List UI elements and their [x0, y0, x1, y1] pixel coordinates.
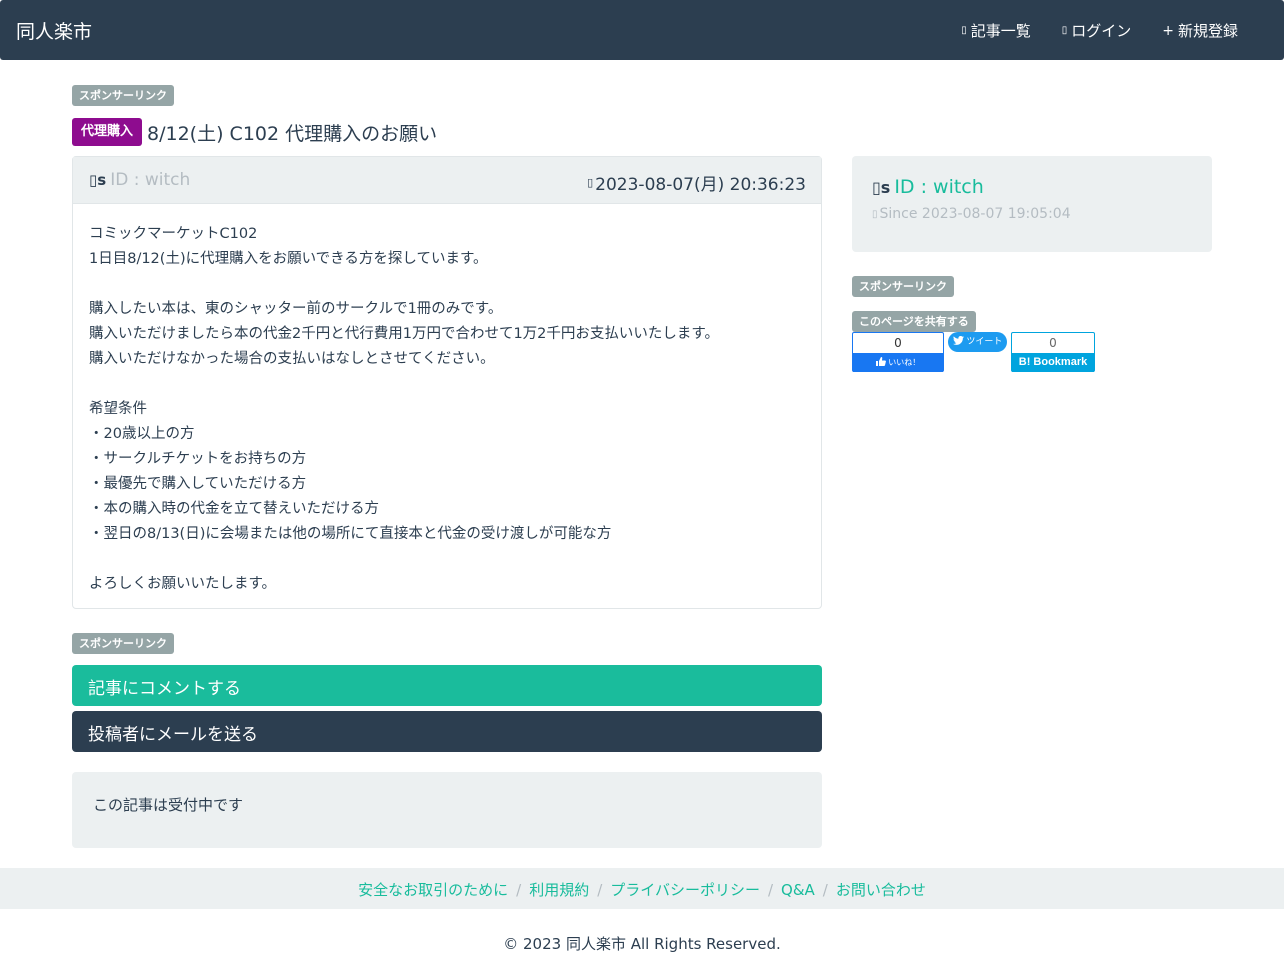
post-status-text: この記事は受付中です [93, 796, 244, 814]
post-body-line: コミックマーケットC102 [89, 226, 258, 242]
list-icon: ▯ [961, 25, 967, 36]
nav-article-list-label: 記事一覧 [970, 22, 1031, 40]
footer-link-terms[interactable]: 利用規約 [529, 881, 589, 899]
copyright: © 2023 同人楽市 All Rights Reserved. [503, 935, 781, 953]
thumbs-up-icon [875, 357, 889, 367]
post-body-line: ・20歳以上の方 [89, 426, 195, 442]
sponsor-link-tag: スポンサーリンク [852, 276, 954, 297]
footer-link-faq[interactable]: Q&A [781, 881, 815, 899]
post-body-line: 希望条件 [89, 401, 147, 417]
share-label-tag: このページを共有する [852, 311, 976, 332]
nav-links: ▯ 記事一覧 ▯ ログイン + 新規登録 [930, 20, 1238, 41]
post-card-header: ▯s ID : witch ▯ 2023-08-07(月) 20:36:23 [73, 157, 821, 204]
post-body: コミックマーケットC102 1日目8/12(土)に代理購入をお願いできる方を探し… [73, 204, 821, 597]
post-author: ▯s ID : witch [89, 170, 190, 190]
brand-logo[interactable]: 同人楽市 [16, 17, 92, 44]
author-profile-card: ▯s ID : witch ▯ Since 2023-08-07 19:05:0… [852, 156, 1212, 252]
footer-separator: / [597, 881, 603, 899]
nav-login-label: ログイン [1071, 22, 1132, 40]
footer-separator: / [516, 881, 522, 899]
sponsor-link-tag: スポンサーリンク [72, 633, 174, 654]
twitter-bird-icon [952, 336, 967, 347]
facebook-like-label: いいね！ [853, 353, 943, 372]
profile-user-id-link[interactable]: ID : witch [894, 176, 983, 198]
footer-link-contact[interactable]: お問い合わせ [836, 881, 926, 899]
post-body-line: 購入いただけなかった場合の支払いはなしとさせてください。 [89, 351, 495, 367]
footer-link-safety[interactable]: 安全なお取引のために [358, 881, 508, 899]
sponsor-link-tag: スポンサーリンク [72, 85, 174, 106]
nav-article-list[interactable]: ▯ 記事一覧 [961, 20, 1031, 41]
post-title: 8/12(土) C102 代理購入のお願い [147, 122, 438, 145]
footer-link-privacy[interactable]: プライバシーポリシー [610, 881, 760, 899]
calendar-icon: ▯ [872, 208, 878, 220]
tweet-button[interactable]: ツイート [948, 332, 1007, 352]
login-icon: ▯ [1061, 25, 1068, 36]
post-body-line: ・本の購入時の代金を立て替えいただける方 [89, 501, 379, 517]
post-body-line: ・最優先で購入していただける方 [89, 476, 307, 492]
post-body-line: 購入したい本は、東のシャッター前のサークルで1冊のみです。 [89, 301, 503, 317]
hatena-bookmark-count: 0 [1049, 336, 1057, 350]
tweet-label: ツイート [966, 337, 1003, 347]
post-timestamp-value: 2023-08-07(月) 20:36:23 [595, 175, 806, 195]
post-author-id: ID : witch [110, 170, 191, 190]
send-mail-button[interactable]: 投稿者にメールを送る [72, 711, 822, 752]
user-icon: ▯s [872, 177, 891, 197]
post-timestamp: ▯ 2023-08-07(月) 20:36:23 [587, 170, 806, 195]
profile-since-value: Since 2023-08-07 19:05:04 [879, 206, 1071, 222]
plus-icon: + [1162, 22, 1174, 39]
footer-separator: / [767, 881, 774, 899]
post-body-line [89, 372, 805, 397]
post-body-line [89, 547, 805, 572]
post-title-row: 代理購入 8/12(土) C102 代理購入のお願い [72, 118, 437, 146]
post-body-line: 1日目8/12(土)に代理購入をお願いできる方を探しています。 [89, 251, 488, 267]
hatena-bookmark-button[interactable]: 0 B! Bookmark [1011, 332, 1095, 372]
post-body-line: ・サークルチケットをお持ちの方 [89, 451, 307, 467]
navbar: 同人楽市 ▯ 記事一覧 ▯ ログイン + 新規登録 [0, 0, 1284, 60]
profile-since: ▯ Since 2023-08-07 19:05:04 [872, 206, 1192, 222]
nav-register-label: 新規登録 [1177, 22, 1238, 40]
footer-separator: / [822, 881, 828, 899]
comment-button[interactable]: 記事にコメントする [72, 665, 822, 706]
category-badge[interactable]: 代理購入 [72, 118, 143, 146]
nav-register[interactable]: + 新規登録 [1162, 20, 1238, 41]
user-icon: ▯s [89, 171, 107, 189]
post-card: ▯s ID : witch ▯ 2023-08-07(月) 20:36:23 コ… [72, 156, 822, 609]
profile-user: ▯s ID : witch [872, 176, 1192, 198]
post-body-line: ・翌日の8/13(日)に会場または他の場所にて直接本と代金の受け渡しが可能な方 [89, 526, 612, 542]
post-body-line: よろしくお願いいたします。 [89, 576, 277, 592]
nav-login[interactable]: ▯ ログイン [1062, 20, 1132, 41]
facebook-like-count: 0 [894, 336, 902, 350]
post-body-line [89, 272, 805, 297]
facebook-like-text: いいね！ [888, 358, 921, 367]
post-status-box: この記事は受付中です [72, 772, 822, 848]
clock-icon: ▯ [587, 176, 594, 189]
footer-nav: 安全なお取引のために / 利用規約 / プライバシーポリシー / Q&A / お問い合わせ [0, 868, 1284, 909]
hatena-bookmark-label: B! Bookmark [1012, 353, 1094, 372]
post-body-line: 購入いただけましたら本の代金2千円と代行費用1万円で合わせて1万2千円お支払いい… [89, 326, 719, 342]
facebook-like-button[interactable]: 0 いいね！ [852, 332, 944, 372]
